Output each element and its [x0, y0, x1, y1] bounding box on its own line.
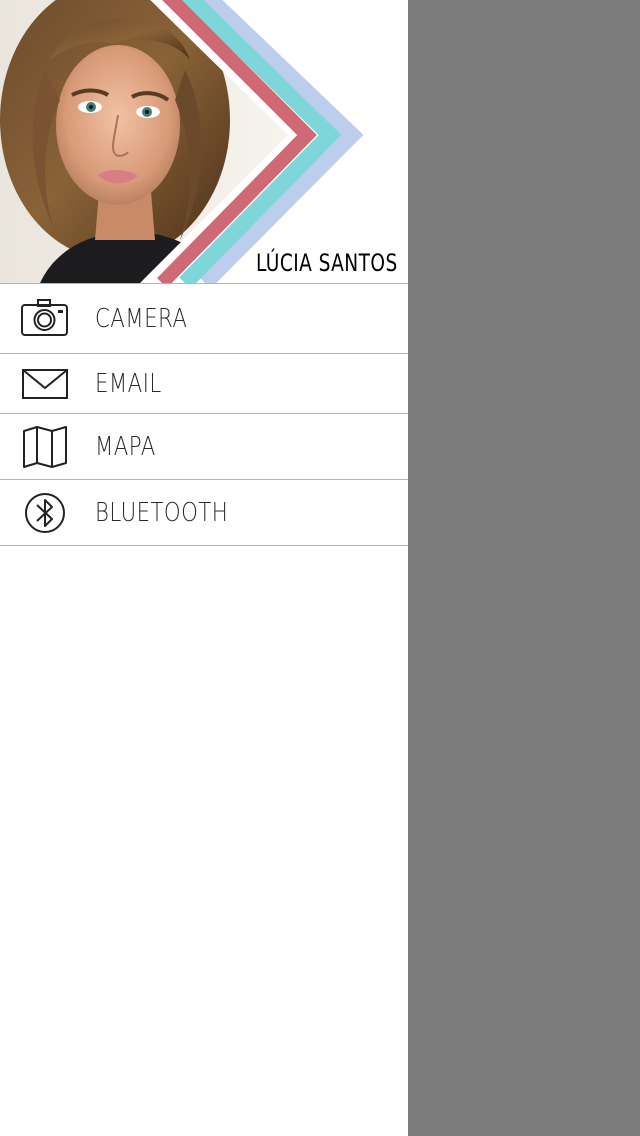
content-overlay[interactable]	[408, 0, 640, 1136]
menu-item-label: MAPA	[95, 431, 156, 462]
bluetooth-icon	[25, 492, 65, 533]
profile-header: LÚCIA SANTOS	[0, 0, 408, 283]
side-drawer: LÚCIA SANTOS CAMERA EMAIL MAPA BLUETOOTH	[0, 0, 408, 1136]
profile-name: LÚCIA SANTOS	[256, 249, 398, 277]
menu-item-bluetooth[interactable]: BLUETOOTH	[0, 480, 408, 546]
menu-item-email[interactable]: EMAIL	[0, 354, 408, 414]
profile-art	[0, 0, 364, 283]
menu-item-label: BLUETOOTH	[95, 497, 229, 528]
menu-item-label: CAMERA	[95, 303, 188, 334]
menu-item-camera[interactable]: CAMERA	[0, 284, 408, 354]
menu-item-label: EMAIL	[95, 368, 162, 399]
camera-icon	[21, 298, 68, 336]
envelope-icon	[22, 368, 68, 399]
drawer-menu: CAMERA EMAIL MAPA BLUETOOTH	[0, 283, 408, 546]
map-icon	[23, 425, 67, 468]
menu-item-map[interactable]: MAPA	[0, 414, 408, 480]
